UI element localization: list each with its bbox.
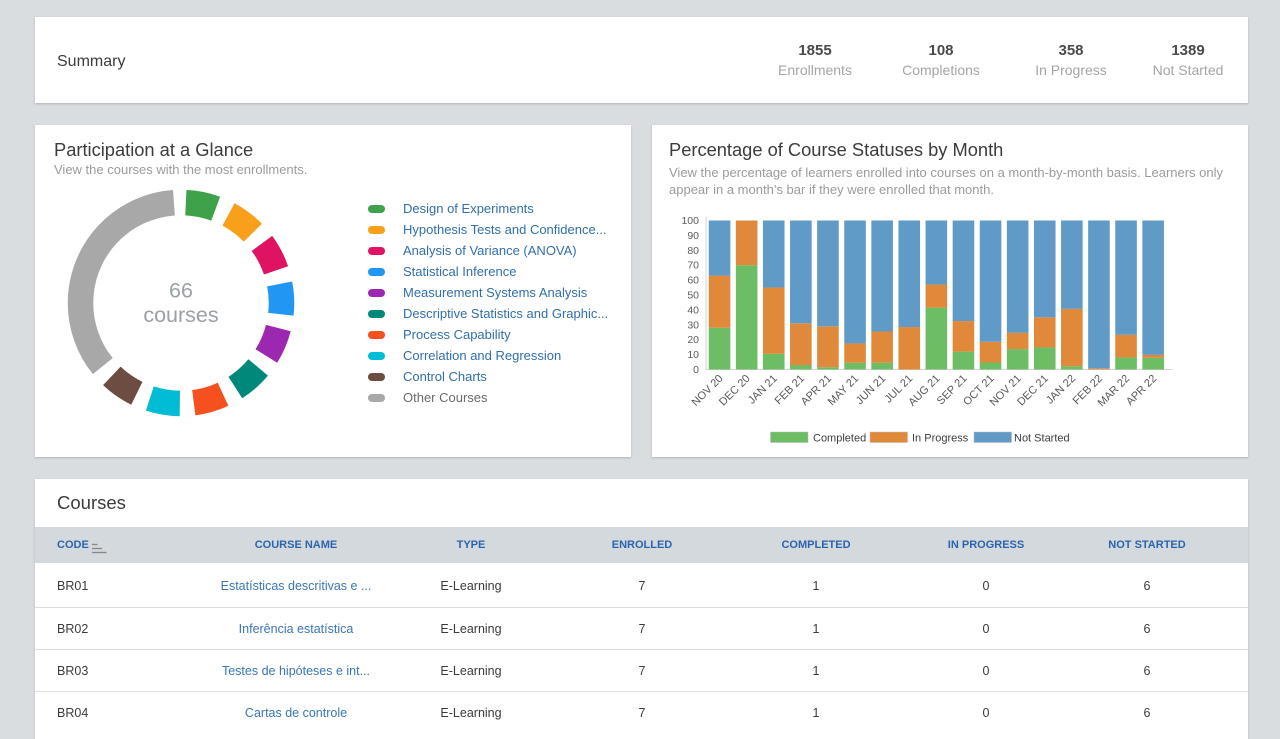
svg-text:50: 50 [687, 290, 699, 302]
svg-text:JUN 21: JUN 21 [854, 373, 888, 407]
svg-text:0: 0 [693, 364, 699, 376]
svg-text:80: 80 [687, 245, 699, 257]
svg-text:100: 100 [681, 215, 699, 227]
svg-text:In Progress: In Progress [912, 433, 969, 445]
svg-text:APR 22: APR 22 [1124, 373, 1159, 408]
svg-text:Completed: Completed [813, 433, 866, 445]
svg-text:40: 40 [687, 304, 699, 316]
svg-text:10: 10 [687, 349, 699, 361]
svg-text:30: 30 [687, 319, 699, 331]
svg-text:MAY 21: MAY 21 [826, 373, 861, 408]
svg-text:20: 20 [687, 334, 699, 346]
svg-text:70: 70 [687, 260, 699, 272]
svg-text:90: 90 [687, 230, 699, 242]
svg-text:Not Started: Not Started [1014, 433, 1070, 445]
svg-text:66: 66 [169, 279, 193, 303]
svg-text:courses: courses [143, 303, 218, 327]
svg-text:60: 60 [687, 275, 699, 287]
